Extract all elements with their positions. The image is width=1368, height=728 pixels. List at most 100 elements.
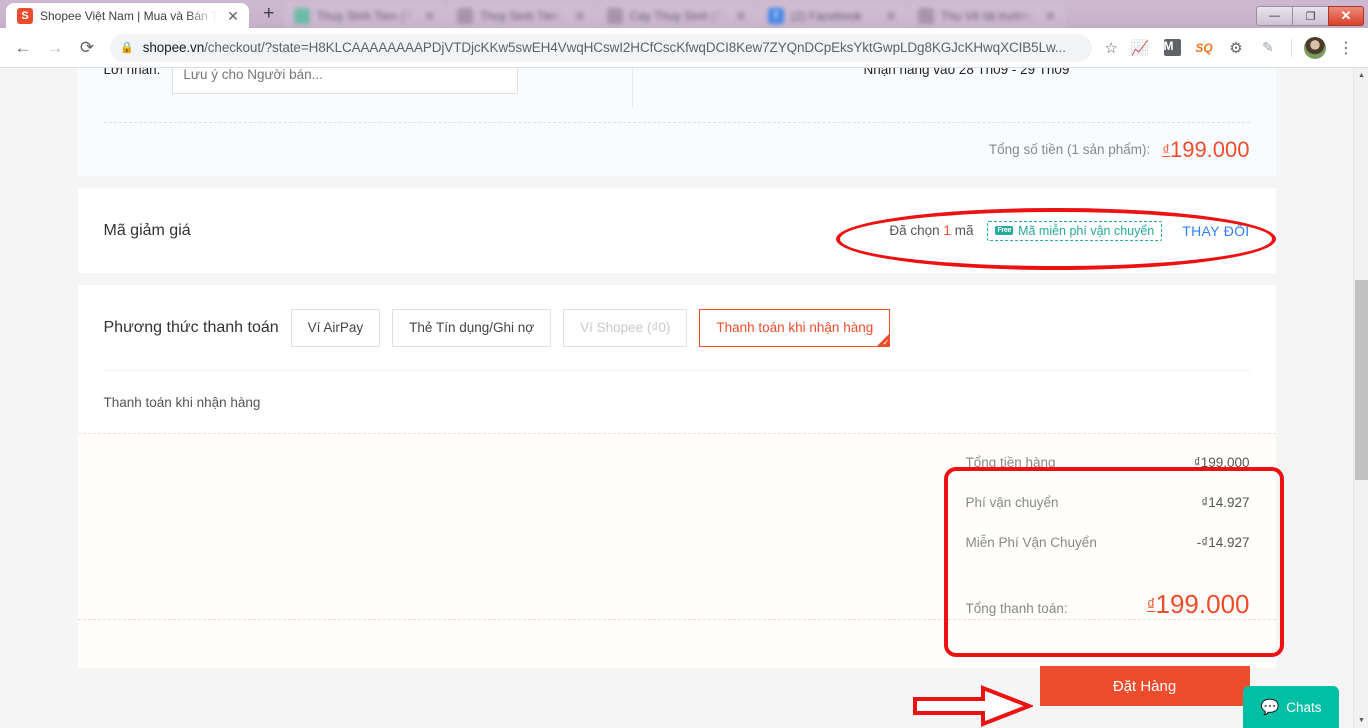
sq-extension-icon[interactable]: SQ: [1191, 35, 1217, 61]
tab-title: Cay Thuy Sinh (7): [629, 8, 727, 23]
summary-grand-total: Tổng thanh toán: ₫199.000: [966, 589, 1250, 620]
chat-widget-button[interactable]: 💬 Chats: [1243, 686, 1339, 728]
chat-widget-label: Chats: [1286, 699, 1322, 715]
summary-bottom-dash: [77, 619, 1276, 620]
currency-symbol: ₫: [1146, 595, 1156, 614]
tab-close-icon[interactable]: ✕: [733, 9, 749, 23]
facebook-favicon-icon: f: [767, 7, 784, 24]
tab4-favicon-icon: [606, 7, 623, 24]
grand-total-amount: ₫199.000: [1147, 589, 1250, 620]
tab-title: Thu Vê tài trường: [940, 8, 1036, 23]
mailtrack-extension-icon[interactable]: M: [1159, 35, 1185, 61]
url-host: shopee.vn: [142, 40, 205, 55]
browser-tab-2[interactable]: Thuy Sinh Tien (7) ✕: [282, 3, 446, 28]
summary-label: Tổng tiền hàng: [965, 455, 1056, 470]
order-total-amount: ₫199.000: [1162, 137, 1249, 163]
order-total-row: Tổng số tiền (1 sản phẩm): ₫199.000: [78, 123, 1276, 176]
browser-tab-6[interactable]: Thu Vê tài trường ✕: [906, 3, 1067, 28]
tab-close-icon[interactable]: ✕: [422, 9, 438, 23]
address-bar[interactable]: 🔒 shopee.vn/checkout/?state=H8KLCAAAAAAA…: [110, 33, 1092, 62]
free-shipping-voucher-chip[interactable]: Free Mã miễn phí vận chuyển: [987, 220, 1163, 241]
chat-bubble-icon: 💬: [1260, 699, 1280, 716]
restore-button[interactable]: ❐: [1292, 6, 1328, 26]
summary-label: Miễn Phí Vận Chuyển: [965, 535, 1097, 550]
voucher-chosen-text: Đã chọn 1 mã: [889, 223, 973, 238]
summary-value: ₫14.927: [1201, 495, 1250, 510]
summary-row-free-shipping: Miễn Phí Vận Chuyển -₫14.927: [966, 535, 1250, 575]
grand-total-value: 199.000: [1155, 589, 1250, 619]
tab-close-icon[interactable]: ✕: [572, 9, 588, 23]
back-button[interactable]: ←: [8, 33, 38, 63]
place-order-button[interactable]: Đặt Hàng: [1039, 666, 1250, 706]
tab-title: Thuy Sinh Tien: [479, 8, 560, 23]
minimize-button[interactable]: —: [1256, 6, 1292, 26]
payment-option-cod-label: Thanh toán khi nhận hàng: [716, 320, 874, 335]
chart-extension-icon[interactable]: 📈: [1127, 35, 1153, 61]
scrollbar-thumb[interactable]: [1355, 280, 1368, 480]
note-label: Lời nhắn:: [103, 68, 161, 77]
voucher-title: Mã giảm giá: [103, 221, 191, 239]
browser-tab-5[interactable]: f (2) Facebook ✕: [756, 3, 907, 28]
voucher-controls: Đã chọn 1 mã Free Mã miễn phí vận chuyển…: [889, 220, 1249, 241]
gear-extension-icon[interactable]: ⚙: [1223, 35, 1249, 61]
tab-close-icon[interactable]: ✕: [1042, 9, 1058, 23]
browser-menu-button[interactable]: ⋮: [1332, 38, 1360, 58]
new-tab-button[interactable]: +: [255, 0, 283, 28]
change-voucher-link[interactable]: THAY ĐỔI: [1182, 223, 1249, 239]
order-total-label: Tổng số tiền (1 sản phẩm):: [988, 142, 1151, 157]
summary-row-merchandise: Tổng tiền hàng ₫199.000: [966, 455, 1250, 495]
browser-tab-4[interactable]: Cay Thuy Sinh (7) ✕: [595, 3, 757, 28]
payment-option-airpay[interactable]: Ví AirPay: [290, 308, 381, 347]
payment-card: Phương thức thanh toán Ví AirPay Thẻ Tín…: [77, 285, 1276, 433]
tab-close-icon[interactable]: ✕: [225, 9, 241, 23]
summary-value: -₫14.927: [1196, 535, 1250, 550]
summary-row-shipping-fee: Phí vận chuyển ₫14.927: [966, 495, 1250, 535]
summary-top-dash: [77, 433, 1276, 434]
window-controls: — ❐ ✕: [1256, 6, 1364, 28]
order-total-value: 199.000: [1169, 136, 1250, 162]
voucher-chosen-suffix: mã: [954, 223, 974, 238]
profile-avatar[interactable]: [1304, 36, 1326, 59]
toolbar-divider: [1291, 38, 1292, 57]
tab3-favicon-icon: [456, 7, 473, 24]
url-text: shopee.vn/checkout/?state=H8KLCAAAAAAAAP…: [143, 40, 1082, 55]
lock-icon: 🔒: [120, 42, 134, 54]
card-gap: [0, 176, 1353, 188]
summary-label: Phí vận chuyển: [965, 495, 1059, 510]
bookmark-star-icon[interactable]: ☆: [1100, 39, 1123, 57]
summary-value: ₫199.000: [1193, 455, 1250, 470]
payment-option-cod[interactable]: Thanh toán khi nhận hàng ✓: [699, 308, 891, 347]
forward-button[interactable]: →: [40, 33, 70, 63]
payment-summary-card: Tổng tiền hàng ₫199.000 Phí vận chuyển ₫…: [77, 433, 1276, 706]
reload-button[interactable]: ⟳: [72, 33, 102, 63]
tab-title: (2) Facebook: [790, 8, 862, 23]
tab6-favicon-icon: [917, 7, 934, 24]
grand-total-label: Tổng thanh toán:: [965, 601, 1068, 616]
close-window-button[interactable]: ✕: [1328, 6, 1364, 26]
voucher-chip-label: Mã miễn phí vận chuyển: [1018, 223, 1155, 238]
url-path: /checkout/?state=H8KLCAAAAAAAAPDjVTDjcKK…: [204, 40, 1066, 55]
browser-tab-3[interactable]: Thuy Sinh Tien ✕: [445, 3, 596, 28]
page-scrollbar[interactable]: ▲ ▼: [1353, 68, 1368, 728]
tab-title: Shopee Việt Nam | Mua và Bán T: [40, 8, 219, 23]
note-input[interactable]: [172, 68, 519, 94]
browser-window: S Shopee Việt Nam | Mua và Bán T ✕ + Thu…: [0, 0, 1368, 728]
payment-option-credit-card[interactable]: Thẻ Tín dụng/Ghi nợ: [392, 308, 552, 347]
voucher-chosen-prefix: Đã chọn: [889, 223, 940, 238]
free-shipping-truck-icon: Free: [995, 225, 1014, 236]
pen-extension-icon[interactable]: ✎: [1255, 35, 1281, 61]
tab-close-icon[interactable]: ✕: [883, 9, 899, 23]
currency-symbol: ₫: [1162, 141, 1170, 159]
tab-strip: S Shopee Việt Nam | Mua và Bán T ✕ + Thu…: [0, 0, 1256, 28]
browser-titlebar: S Shopee Việt Nam | Mua và Bán T ✕ + Thu…: [0, 0, 1368, 28]
scroll-down-icon[interactable]: ▼: [1354, 713, 1368, 728]
payment-title: Phương thức thanh toán: [103, 318, 279, 336]
voucher-chosen-count: 1: [943, 223, 951, 238]
delivery-estimate: Nhận hàng vào 28 Th09 - 29 Th09: [863, 68, 1070, 77]
scroll-up-icon[interactable]: ▲: [1354, 68, 1368, 83]
voucher-card: Mã giảm giá Đã chọn 1 mã Free Mã miễn ph…: [77, 188, 1276, 273]
payment-methods-row: Phương thức thanh toán Ví AirPay Thẻ Tín…: [104, 285, 1250, 370]
check-icon: ✓: [882, 337, 890, 347]
browser-tab-active[interactable]: S Shopee Việt Nam | Mua và Bán T ✕: [6, 3, 249, 28]
payment-option-shopee-wallet[interactable]: Ví Shopee (₫0): [563, 308, 688, 347]
